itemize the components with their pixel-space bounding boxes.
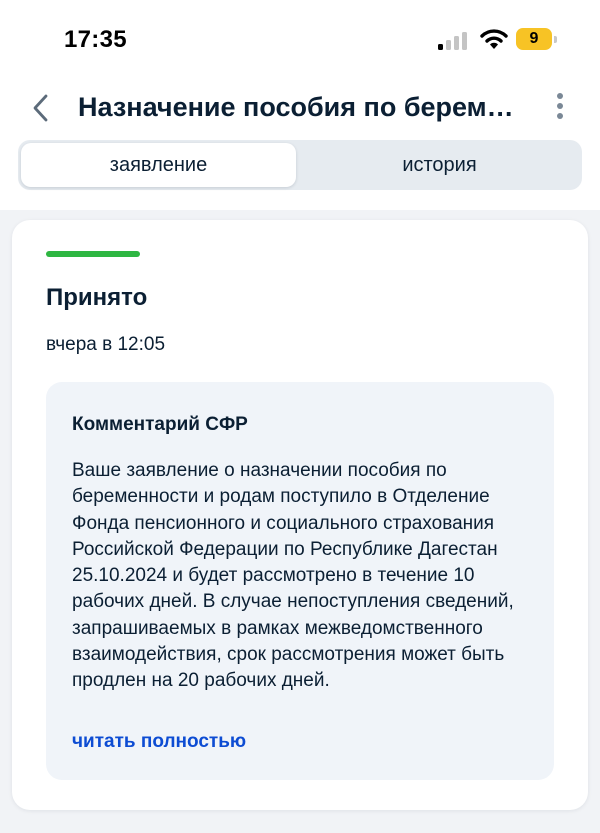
battery-level: 9 [529, 30, 539, 47]
status-bar: 17:35 9 [0, 0, 600, 80]
more-options-button[interactable] [548, 90, 572, 126]
comment-text: Ваше заявление о назначении пособия по б… [72, 460, 514, 692]
tab-history[interactable]: история [300, 143, 579, 187]
status-title: Принято [46, 284, 148, 311]
back-button[interactable] [26, 90, 58, 126]
status-card: Принято вчера в 12:05 Комментарий СФР Ва… [12, 220, 588, 810]
comment-box: Комментарий СФР Ваше заявление о назначе… [46, 382, 554, 780]
wifi-icon [480, 28, 508, 50]
cellular-signal-icon [438, 32, 468, 50]
segmented-tabs: заявление история [18, 140, 582, 190]
header: Назначение пособия по беременности и род… [0, 80, 600, 210]
page-title: Назначение пособия по беременности и род… [78, 92, 528, 122]
battery-tip [554, 36, 557, 43]
battery-icon: 9 [516, 28, 557, 50]
tab-application[interactable]: заявление [21, 143, 296, 187]
chevron-left-icon [33, 94, 48, 122]
read-more-link[interactable]: читать полностью [72, 731, 246, 753]
status-date: вчера в 12:05 [46, 334, 166, 355]
more-vertical-icon [557, 93, 563, 119]
comment-heading: Комментарий СФР [72, 414, 248, 435]
status-time: 17:35 [64, 26, 127, 53]
status-indicator-bar [46, 251, 140, 257]
